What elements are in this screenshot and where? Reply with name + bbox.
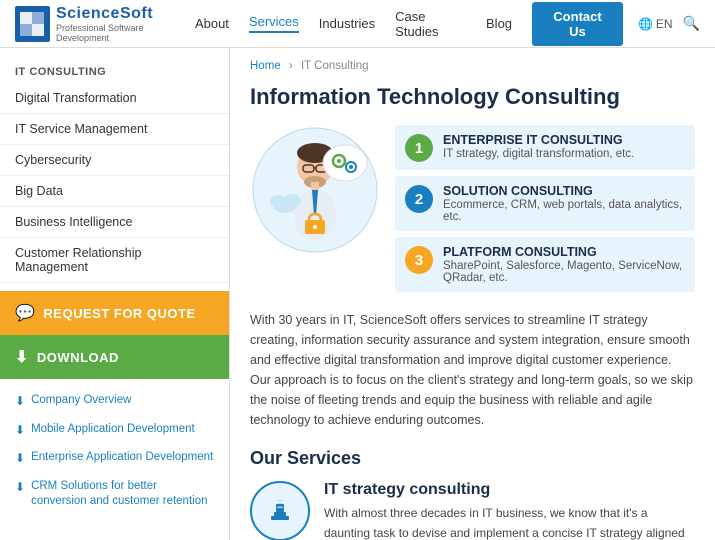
download-item-label-3: Enterprise Application Development [31,450,213,465]
illustration [250,125,380,292]
lang-label: EN [656,17,673,31]
download-item-1[interactable]: ⬇ Company Overview [0,387,229,416]
nav-industries[interactable]: Industries [319,16,375,31]
card-desc-1: IT strategy, digital transformation, etc… [443,148,634,160]
main-content: Home › IT Consulting Information Technol… [230,48,715,540]
sidebar-section-title: IT CONSULTING [0,58,229,83]
download-label: DOWNLOAD [37,350,119,365]
contact-button[interactable]: Contact Us [532,2,623,46]
main-layout: IT CONSULTING Digital Transformation IT … [0,48,715,540]
service-icon-strategy [250,481,310,540]
sidebar-item-digital[interactable]: Digital Transformation [0,83,229,114]
card-text-2: SOLUTION CONSULTING Ecommerce, CRM, web … [443,184,685,223]
consulting-cards: 1 ENTERPRISE IT CONSULTING IT strategy, … [395,125,695,292]
breadcrumb-home[interactable]: Home [250,60,281,72]
download-items: ⬇ Company Overview ⬇ Mobile Application … [0,379,229,523]
download-item-label-2: Mobile Application Development [31,422,195,437]
consult-card-2: 2 SOLUTION CONSULTING Ecommerce, CRM, we… [395,176,695,231]
language-selector[interactable]: 🌐 EN [638,17,673,31]
nav-blog[interactable]: Blog [486,16,512,31]
download-arrow-icon-3: ⬇ [15,451,25,467]
service-title-strategy: IT strategy consulting [324,481,695,499]
consult-card-1: 1 ENTERPRISE IT CONSULTING IT strategy, … [395,125,695,170]
download-item-4[interactable]: ⬇ CRM Solutions for better conversion an… [0,473,229,515]
card-number-1: 1 [405,134,433,162]
download-arrow-icon-2: ⬇ [15,423,25,439]
download-item-label-4: CRM Solutions for better conversion and … [31,479,214,509]
nav-case-studies[interactable]: Case Studies [395,9,466,39]
card-title-3: PLATFORM CONSULTING [443,245,685,259]
service-text-strategy: IT strategy consulting With almost three… [324,481,695,540]
download-arrow-icon-4: ⬇ [15,480,25,496]
our-services-title: Our Services [250,448,695,469]
nav-services[interactable]: Services [249,14,299,33]
search-icon[interactable]: 🔍 [683,15,700,32]
service-item-strategy: IT strategy consulting With almost three… [250,481,695,540]
header-right: 🌐 EN 🔍 [638,15,700,32]
card-number-2: 2 [405,185,433,213]
download-item-2[interactable]: ⬇ Mobile Application Development [0,416,229,445]
sidebar-item-cybersecurity[interactable]: Cybersecurity [0,145,229,176]
service-desc-strategy: With almost three decades in IT business… [324,504,695,540]
globe-icon: 🌐 [638,17,653,31]
sidebar: IT CONSULTING Digital Transformation IT … [0,48,230,540]
logo-subtitle: Professional Software Development [56,23,195,43]
card-text-1: ENTERPRISE IT CONSULTING IT strategy, di… [443,133,634,160]
card-desc-2: Ecommerce, CRM, web portals, data analyt… [443,199,685,223]
sidebar-item-itsm[interactable]: IT Service Management [0,114,229,145]
logo-name: ScienceSoft [56,5,195,23]
card-title-2: SOLUTION CONSULTING [443,184,685,198]
breadcrumb-current: IT Consulting [301,60,369,72]
consult-card-3: 3 PLATFORM CONSULTING SharePoint, Salesf… [395,237,695,292]
main-description: With 30 years in IT, ScienceSoft offers … [250,310,695,430]
nav-about[interactable]: About [195,16,229,31]
sidebar-item-bi[interactable]: Business Intelligence [0,207,229,238]
main-nav: About Services Industries Case Studies B… [195,2,623,46]
logo: ScienceSoft Professional Software Develo… [15,5,195,43]
rfq-icon: 💬 [15,303,35,323]
card-text-3: PLATFORM CONSULTING SharePoint, Salesfor… [443,245,685,284]
card-title-1: ENTERPRISE IT CONSULTING [443,133,634,147]
breadcrumb: Home › IT Consulting [250,60,695,72]
logo-icon [15,6,50,42]
download-item-3[interactable]: ⬇ Enterprise Application Development [0,444,229,473]
logo-text: ScienceSoft Professional Software Develo… [56,5,195,43]
request-for-quote-button[interactable]: 💬 REQUEST FOR QUOTE [0,291,229,335]
card-desc-3: SharePoint, Salesforce, Magento, Service… [443,260,685,284]
rfq-label: REQUEST FOR QUOTE [43,306,195,321]
download-arrow-icon: ⬇ [15,394,25,410]
consulting-area: 1 ENTERPRISE IT CONSULTING IT strategy, … [250,125,695,292]
breadcrumb-separator: › [289,60,293,72]
header: ScienceSoft Professional Software Develo… [0,0,715,48]
card-number-3: 3 [405,246,433,274]
download-item-label-1: Company Overview [31,393,131,408]
download-button[interactable]: ⬇ DOWNLOAD [0,335,229,379]
sidebar-item-crm[interactable]: Customer Relationship Management [0,238,229,283]
sidebar-item-bigdata[interactable]: Big Data [0,176,229,207]
page-title: Information Technology Consulting [250,84,695,110]
download-icon: ⬇ [15,347,29,367]
